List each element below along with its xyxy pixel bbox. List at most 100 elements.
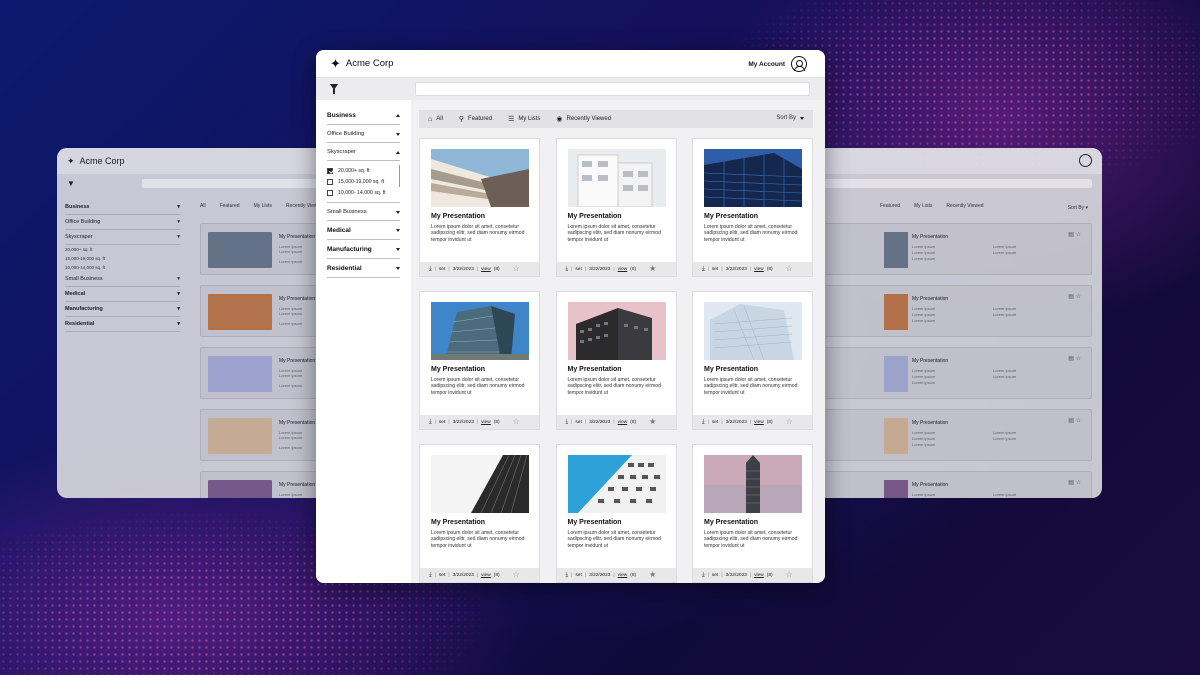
presentation-card[interactable]: My Presentation Lorem ipsum dolor sit ame… — [692, 444, 813, 583]
set-link[interactable]: set — [439, 267, 445, 272]
download-icon[interactable]: ⤓ — [566, 266, 569, 273]
view-link[interactable]: view — [754, 420, 764, 425]
divider: | — [448, 266, 450, 272]
back-tab: All — [200, 203, 206, 209]
view-count: (8) — [766, 266, 773, 272]
tab-all[interactable]: ⌂ All — [428, 116, 443, 123]
tab-featured[interactable]: ⚲ Featured — [459, 116, 492, 123]
sort-by-dropdown[interactable]: Sort By — [776, 115, 804, 121]
view-link[interactable]: view — [618, 573, 628, 578]
download-icon[interactable]: ⤓ — [566, 572, 569, 579]
sidebar-section-label: Residential — [327, 265, 362, 272]
view-count: (8) — [766, 572, 773, 578]
card-image[interactable] — [431, 149, 529, 207]
size-option[interactable]: 15,000-19,000 sq. ft — [327, 176, 400, 187]
presentation-card[interactable]: My Presentation Lorem ipsum dolor sit ame… — [419, 138, 540, 277]
download-icon[interactable]: ⤓ — [702, 419, 705, 426]
set-link[interactable]: set — [439, 420, 445, 425]
card-footer: ⤓ | set | 3/22/2023 | view (8) ☆ — [693, 415, 812, 429]
back-sidebar-label: Small Business — [65, 276, 103, 282]
set-link[interactable]: set — [575, 420, 581, 425]
star-icon[interactable]: ☆ — [513, 571, 520, 579]
card-title[interactable]: My Presentation — [431, 519, 485, 526]
card-title[interactable]: My Presentation — [704, 213, 758, 220]
card-image[interactable] — [431, 302, 529, 360]
tab-label: All — [436, 116, 443, 122]
sidebar-section-residential[interactable]: Residential — [327, 259, 400, 278]
presentation-card[interactable]: My Presentation Lorem ipsum dolor sit ame… — [419, 444, 540, 583]
set-link[interactable]: set — [712, 267, 718, 272]
card-image[interactable] — [704, 455, 802, 513]
card-image[interactable] — [567, 302, 666, 360]
set-link[interactable]: set — [712, 573, 718, 578]
star-icon[interactable]: ☆ — [786, 418, 793, 426]
view-link[interactable]: view — [754, 573, 764, 578]
filter-icon[interactable] — [330, 84, 338, 94]
presentation-card[interactable]: My Presentation Lorem ipsum dolor sit ame… — [555, 291, 677, 430]
card-title[interactable]: My Presentation — [568, 519, 622, 526]
size-option[interactable]: 20,000+ sq. ft — [327, 165, 400, 176]
presentation-card[interactable]: My Presentation Lorem ipsum dolor sit ame… — [692, 138, 813, 277]
scrollbar[interactable] — [399, 165, 400, 187]
presentation-card[interactable]: My Presentation Lorem ipsum dolor sit ame… — [555, 138, 677, 277]
card-image[interactable] — [704, 302, 802, 360]
set-link[interactable]: set — [712, 420, 718, 425]
star-filled-icon[interactable]: ★ — [649, 418, 656, 426]
back-row-meta: Lorem ipsumLorem ipsumLorem ipsum — [912, 244, 936, 261]
sidebar-section-medical[interactable]: Medical — [327, 221, 400, 240]
set-link[interactable]: set — [439, 573, 445, 578]
card-title[interactable]: My Presentation — [704, 366, 758, 373]
account-menu[interactable]: My Account — [748, 56, 807, 72]
star-icon[interactable]: ☆ — [786, 265, 793, 273]
sidebar-section-small-business[interactable]: Small Business — [327, 203, 400, 221]
star-filled-icon[interactable]: ★ — [649, 571, 656, 579]
download-icon[interactable]: ⤓ — [702, 572, 705, 579]
card-image[interactable] — [704, 149, 802, 207]
star-icon[interactable]: ☆ — [513, 265, 520, 273]
card-image[interactable] — [567, 149, 666, 207]
view-link[interactable]: view — [618, 267, 628, 272]
star-icon[interactable]: ☆ — [786, 571, 793, 579]
card-image[interactable] — [567, 455, 666, 513]
card-title[interactable]: My Presentation — [568, 366, 622, 373]
divider: | — [571, 266, 573, 272]
sidebar-section-skyscraper[interactable]: Skyscraper — [327, 143, 400, 161]
sidebar-section-business[interactable]: Business — [327, 106, 400, 125]
download-icon[interactable]: ⤓ — [429, 419, 432, 426]
card-image[interactable] — [431, 455, 529, 513]
view-link[interactable]: view — [754, 267, 764, 272]
presentation-card[interactable]: My Presentation Lorem ipsum dolor sit ame… — [555, 444, 677, 583]
view-link[interactable]: view — [481, 267, 491, 272]
tab-my-lists[interactable]: ☰ My Lists — [508, 116, 540, 123]
checkbox[interactable] — [327, 178, 333, 185]
download-icon[interactable]: ⤓ — [702, 266, 705, 273]
download-icon[interactable]: ⤓ — [429, 572, 432, 579]
download-icon[interactable]: ⤓ — [566, 419, 569, 426]
set-link[interactable]: set — [575, 267, 581, 272]
presentation-card[interactable]: My Presentation Lorem ipsum dolor sit ame… — [419, 291, 540, 430]
divider: | — [749, 572, 752, 578]
search-input[interactable] — [415, 82, 810, 96]
card-title[interactable]: My Presentation — [568, 213, 622, 220]
checkbox[interactable] — [327, 189, 333, 196]
size-option[interactable]: 10,000- 14,000 sq. ft — [327, 187, 400, 198]
logo[interactable]: ✦ Acme Corp — [330, 57, 393, 70]
tab-recently-viewed[interactable]: ◉ Recently Viewed — [556, 116, 611, 123]
set-link[interactable]: set — [575, 573, 581, 578]
view-link[interactable]: view — [618, 420, 628, 425]
card-title[interactable]: My Presentation — [704, 519, 758, 526]
presentation-card[interactable]: My Presentation Lorem ipsum dolor sit ame… — [692, 291, 813, 430]
download-icon[interactable]: ⤓ — [429, 266, 432, 273]
view-link[interactable]: view — [481, 573, 491, 578]
back-row-thumbnail — [884, 294, 908, 330]
divider: | — [613, 419, 615, 425]
sidebar-section-office-building[interactable]: Office Building — [327, 125, 400, 143]
sidebar-section-manufacturing[interactable]: Manufacturing — [327, 240, 400, 259]
star-icon[interactable]: ☆ — [513, 418, 520, 426]
card-title[interactable]: My Presentation — [431, 366, 485, 373]
caret-down-icon — [800, 116, 804, 120]
checkbox-checked[interactable] — [327, 167, 333, 174]
view-link[interactable]: view — [481, 420, 491, 425]
star-filled-icon[interactable]: ★ — [649, 265, 656, 273]
card-title[interactable]: My Presentation — [431, 213, 485, 220]
